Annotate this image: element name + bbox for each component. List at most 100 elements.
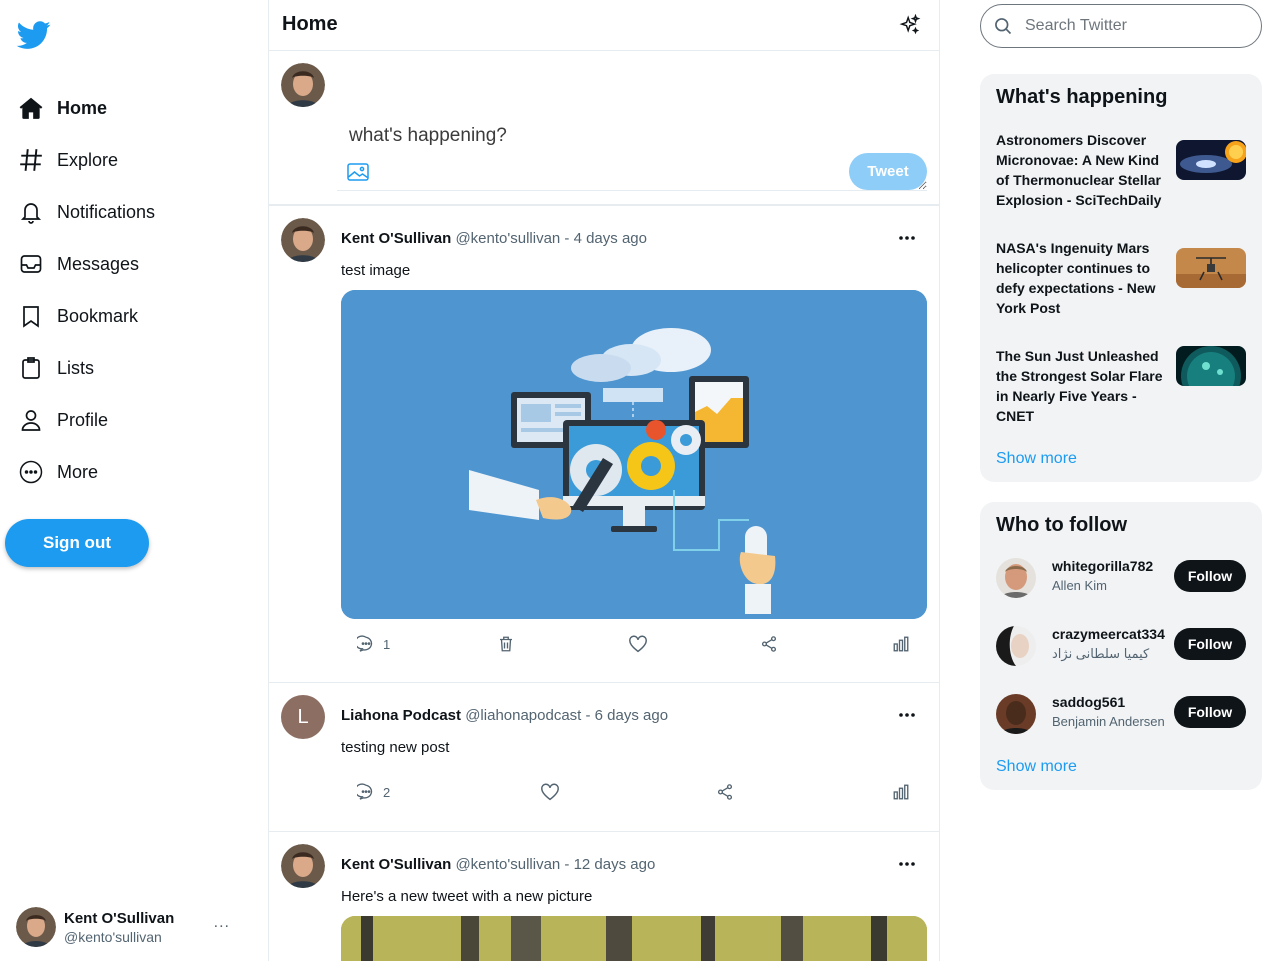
news-item[interactable]: Astronomers Discover Micronovae: A New K… bbox=[996, 130, 1246, 210]
nav-label: Messages bbox=[57, 253, 140, 274]
follow-name: Allen Kim bbox=[1052, 578, 1107, 593]
tweet-meta: @kento'sullivan - 12 days ago bbox=[455, 856, 656, 873]
tweet-author-name[interactable]: Liahona Podcast bbox=[341, 707, 461, 724]
tweet-image[interactable] bbox=[341, 290, 927, 619]
share-icon bbox=[761, 636, 777, 652]
tweet-actions: 1 bbox=[341, 635, 921, 661]
account-handle: @kento'sullivan bbox=[64, 928, 162, 945]
avatar bbox=[16, 907, 56, 947]
tweet-author-name[interactable]: Kent O'Sullivan bbox=[341, 856, 451, 873]
account-name: Kent O'Sullivan bbox=[64, 909, 175, 927]
analytics-button[interactable] bbox=[892, 635, 918, 653]
more-circle-icon bbox=[18, 459, 44, 485]
follow-suggestion: saddog561 Benjamin Andersen Follow bbox=[996, 692, 1246, 736]
news-thumbnail bbox=[1176, 140, 1246, 180]
search-input[interactable] bbox=[1025, 17, 1245, 35]
nav-label: Bookmark bbox=[57, 305, 139, 326]
user-icon bbox=[18, 407, 44, 433]
avatar[interactable] bbox=[996, 558, 1036, 598]
show-more-link[interactable]: Show more bbox=[996, 450, 1077, 468]
account-menu-icon[interactable]: ... bbox=[214, 914, 230, 932]
news-headline: The Sun Just Unleashed the Strongest Sol… bbox=[996, 348, 1163, 424]
news-headline: Astronomers Discover Micronovae: A New K… bbox=[996, 132, 1162, 208]
image-upload-icon[interactable] bbox=[347, 163, 369, 181]
nav-label: Home bbox=[57, 97, 108, 118]
follow-button[interactable]: Follow bbox=[1174, 696, 1246, 728]
tweet-actions: 2 bbox=[341, 783, 921, 809]
nav-item-home[interactable]: Home bbox=[18, 82, 155, 134]
panel-title: What's happening bbox=[996, 86, 1168, 108]
follow-username[interactable]: saddog561 bbox=[1052, 694, 1125, 710]
reply-button[interactable]: 1 bbox=[357, 635, 390, 653]
nav-label: Profile bbox=[57, 409, 109, 430]
news-thumbnail bbox=[1176, 248, 1246, 288]
follow-suggestion: crazymeercat334 کیمیا سلطانی نژاد Follow bbox=[996, 624, 1246, 668]
like-button[interactable] bbox=[540, 783, 568, 801]
sparkle-icon[interactable] bbox=[899, 14, 921, 36]
reply-count: 2 bbox=[383, 784, 391, 800]
follow-username[interactable]: whitegorilla782 bbox=[1052, 558, 1153, 574]
avatar[interactable] bbox=[996, 626, 1036, 666]
more-options-icon[interactable] bbox=[897, 705, 917, 725]
tweet-meta: @liahonapodcast - 6 days ago bbox=[465, 707, 669, 724]
nav-item-explore[interactable]: Explore bbox=[18, 134, 155, 186]
sign-out-button[interactable]: Sign out bbox=[5, 519, 149, 567]
follow-name: Benjamin Andersen bbox=[1052, 714, 1165, 729]
main-nav: Home Explore Notifications Messages Book… bbox=[18, 82, 155, 498]
follow-button[interactable]: Follow bbox=[1174, 628, 1246, 660]
follow-name: کیمیا سلطانی نژاد bbox=[1052, 646, 1150, 661]
nav-label: More bbox=[57, 461, 99, 482]
share-button[interactable] bbox=[760, 635, 786, 653]
news-item[interactable]: The Sun Just Unleashed the Strongest Sol… bbox=[996, 346, 1246, 426]
home-icon bbox=[18, 95, 44, 121]
nav-item-notifications[interactable]: Notifications bbox=[18, 186, 155, 238]
compose-input[interactable] bbox=[337, 113, 927, 191]
reply-count: 1 bbox=[383, 636, 391, 652]
tweet-text: testing new post bbox=[341, 739, 450, 756]
avatar[interactable] bbox=[281, 218, 325, 262]
tweet-composer bbox=[269, 51, 939, 205]
delete-button[interactable] bbox=[497, 635, 523, 653]
show-more-link[interactable]: Show more bbox=[996, 758, 1077, 776]
tweet-author-name[interactable]: Kent O'Sullivan bbox=[341, 230, 451, 247]
like-button[interactable] bbox=[628, 635, 656, 653]
tweet-header: Kent O'Sullivan @kento'sullivan - 4 days… bbox=[341, 230, 647, 247]
nav-item-lists[interactable]: Lists bbox=[18, 342, 155, 394]
nav-item-bookmark[interactable]: Bookmark bbox=[18, 290, 155, 342]
search-box[interactable] bbox=[980, 4, 1262, 48]
news-item[interactable]: NASA's Ingenuity Mars helicopter continu… bbox=[996, 238, 1246, 318]
search-icon bbox=[995, 18, 1012, 35]
clipboard-icon bbox=[18, 355, 44, 381]
panel-title: Who to follow bbox=[996, 514, 1128, 536]
nav-label: Lists bbox=[57, 357, 95, 378]
share-button[interactable] bbox=[716, 783, 742, 801]
account-switcher[interactable]: Kent O'Sullivan @kento'sullivan ... bbox=[16, 906, 246, 948]
more-options-icon[interactable] bbox=[897, 228, 917, 248]
nav-item-more[interactable]: More bbox=[18, 446, 155, 498]
tweet: L Liahona Podcast @liahonapodcast - 6 da… bbox=[269, 683, 939, 832]
forest-photo bbox=[341, 916, 927, 961]
analytics-button[interactable] bbox=[892, 783, 918, 801]
tweet-button[interactable]: Tweet bbox=[849, 153, 927, 190]
tweet-header: Liahona Podcast @liahonapodcast - 6 days… bbox=[341, 707, 668, 724]
news-thumbnail bbox=[1176, 346, 1246, 386]
avatar[interactable]: L bbox=[281, 695, 325, 739]
follow-username[interactable]: crazymeercat334 bbox=[1052, 626, 1165, 642]
nav-item-profile[interactable]: Profile bbox=[18, 394, 155, 446]
avatar bbox=[281, 63, 325, 107]
follow-button[interactable]: Follow bbox=[1174, 560, 1246, 592]
heart-icon bbox=[541, 783, 559, 801]
inbox-icon bbox=[18, 251, 44, 277]
twitter-logo-icon[interactable] bbox=[16, 18, 52, 52]
follow-suggestion: whitegorilla782 Allen Kim Follow bbox=[996, 556, 1246, 600]
reply-button[interactable]: 2 bbox=[357, 783, 390, 801]
nav-item-messages[interactable]: Messages bbox=[18, 238, 155, 290]
more-options-icon[interactable] bbox=[897, 854, 917, 874]
tweet-text: Here's a new tweet with a new picture bbox=[341, 888, 593, 905]
reply-icon bbox=[357, 635, 373, 652]
avatar[interactable] bbox=[281, 844, 325, 888]
tweet-image[interactable] bbox=[341, 916, 927, 961]
bar-chart-icon bbox=[893, 784, 909, 800]
avatar[interactable] bbox=[996, 694, 1036, 734]
nav-label: Notifications bbox=[57, 201, 156, 222]
